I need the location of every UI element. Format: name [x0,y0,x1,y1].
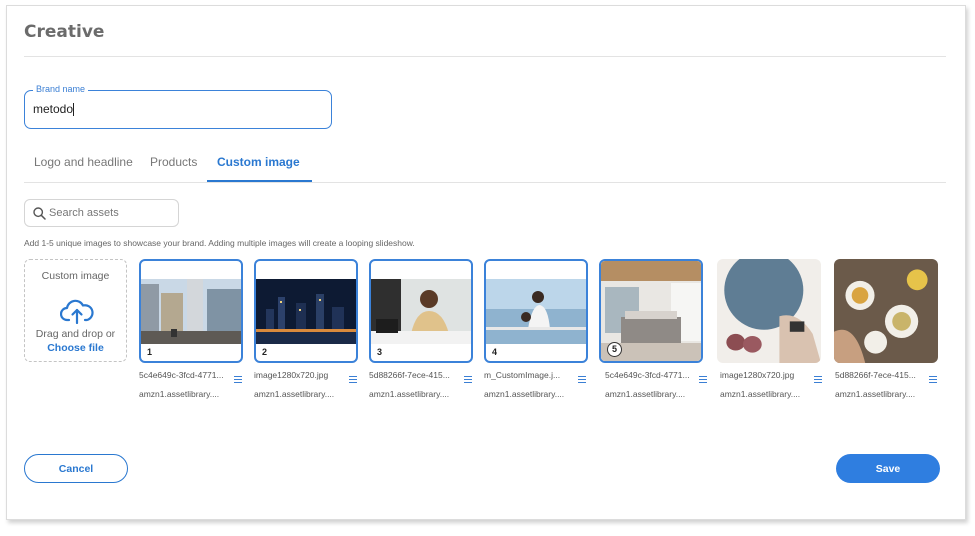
save-button[interactable]: Save [836,454,940,483]
asset-thumbnail[interactable]: 5 [599,259,703,363]
drag-drop-text: Drag and drop or [35,328,116,340]
asset-source: amzn1.assetlibrary.... [369,389,450,399]
menu-icon[interactable] [234,376,242,383]
search-icon [33,207,46,220]
asset-image-city-street [141,279,241,344]
asset-source: amzn1.assetlibrary.... [254,389,335,399]
asset-filename: image1280x720.jpg [720,370,795,380]
asset-order-badge: 1 [147,347,153,357]
asset-image-fitness-weights [717,259,821,363]
menu-icon[interactable] [814,376,822,383]
asset-order-badge: 3 [377,347,383,357]
brand-name-label: Brand name [33,84,89,94]
asset-filename: image1280x720.jpg [254,370,329,380]
asset-filename: 5c4e649c-3fcd-4771... [605,370,690,380]
title-divider [24,56,946,57]
brand-name-field[interactable]: Brand name [24,84,332,129]
asset-filename: 5d88266f-7ece-415... [835,370,916,380]
asset-image-man-writing [371,279,471,344]
asset-source: amzn1.assetlibrary.... [605,389,686,399]
asset-thumbnail[interactable] [834,259,938,363]
creative-tabs: Logo and headline Products Custom image [24,150,946,183]
choose-file-link[interactable]: Choose file [25,342,126,354]
asset-image-family-balcony [486,279,586,344]
asset-source: amzn1.assetlibrary.... [139,389,220,399]
brand-name-input[interactable] [33,102,313,116]
tab-custom-image[interactable]: Custom image [217,155,300,169]
menu-icon[interactable] [578,376,586,383]
menu-icon[interactable] [464,376,472,383]
asset-order-badge: 4 [492,347,498,357]
asset-image-night-skyline [256,279,356,344]
text-caret [73,103,74,116]
asset-source: amzn1.assetlibrary.... [835,389,916,399]
cancel-button[interactable]: Cancel [24,454,128,483]
asset-thumbnail[interactable]: 4 [484,259,588,363]
asset-filename: 5d88266f-7ece-415... [369,370,450,380]
cloud-upload-icon [60,299,94,324]
helper-text: Add 1-5 unique images to showcase your b… [24,238,415,248]
menu-icon[interactable] [349,376,357,383]
menu-icon[interactable] [929,376,937,383]
tab-products[interactable]: Products [150,155,197,169]
asset-source: amzn1.assetlibrary.... [484,389,565,399]
asset-filename: 5c4e649c-3fcd-4771... [139,370,224,380]
menu-icon[interactable] [699,376,707,383]
asset-source: amzn1.assetlibrary.... [720,389,801,399]
asset-thumbnail[interactable]: 1 [139,259,243,363]
asset-thumbnail[interactable]: 2 [254,259,358,363]
asset-order-badge: 5 [607,342,622,357]
tab-logo-and-headline[interactable]: Logo and headline [34,155,133,169]
search-assets-box[interactable] [24,199,179,227]
asset-thumbnail[interactable]: 3 [369,259,473,363]
upload-title: Custom image [41,270,110,282]
asset-thumbnail[interactable] [717,259,821,363]
active-tab-indicator [207,180,312,182]
asset-order-badge: 2 [262,347,268,357]
asset-filename: m_CustomImage.j... [484,370,561,380]
custom-image-upload-dropzone[interactable]: Custom image Drag and drop or Choose fil… [24,259,127,362]
page-title: Creative [24,22,105,42]
search-input[interactable] [49,207,169,219]
asset-image-dinner-table [834,259,938,363]
